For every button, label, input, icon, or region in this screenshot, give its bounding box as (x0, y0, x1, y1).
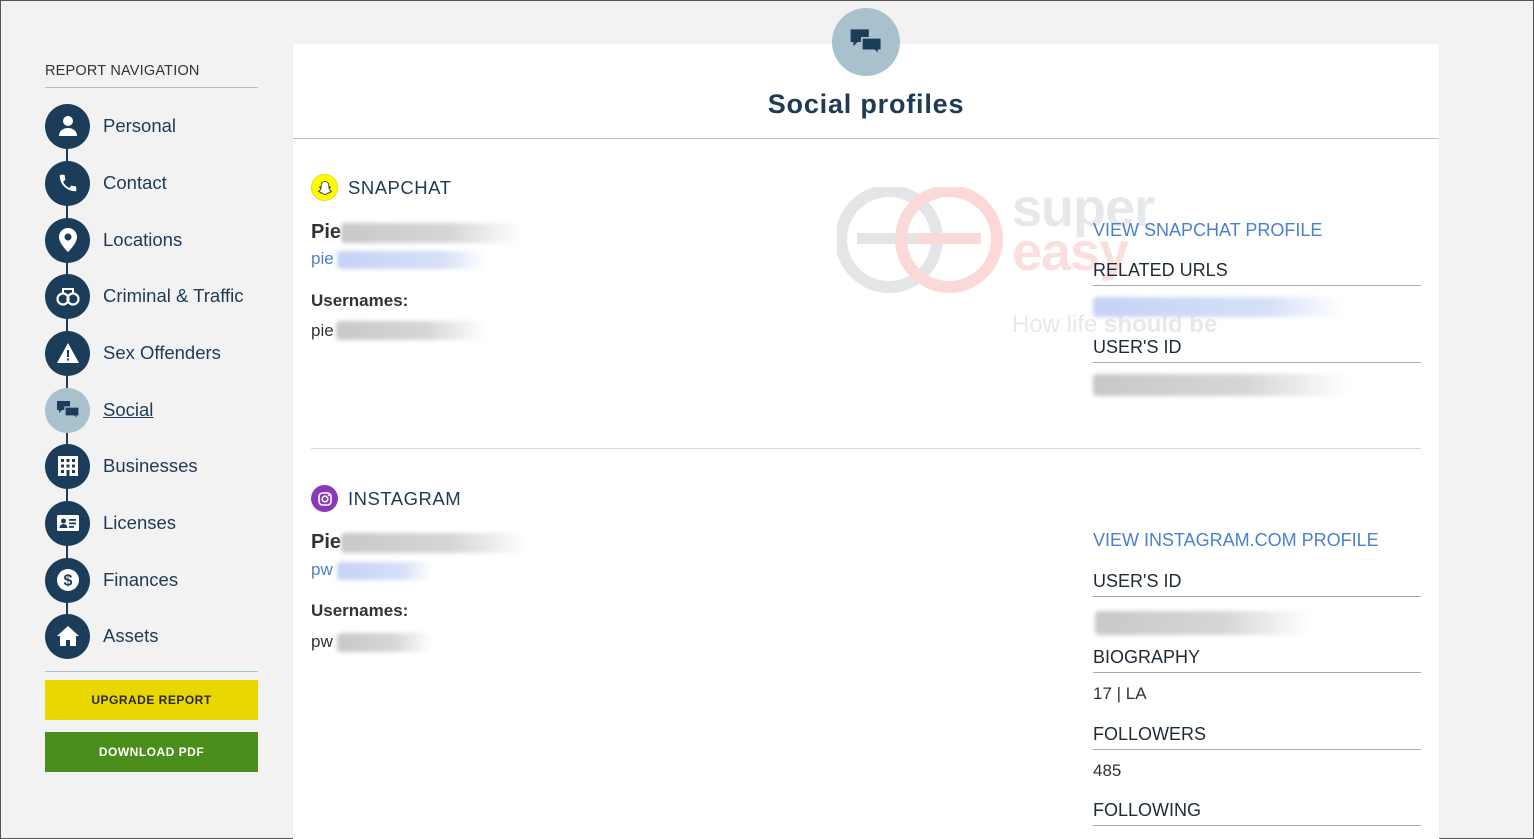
usernames-label: Usernames: (311, 291, 409, 310)
following-label: FOLLOWING (1093, 800, 1421, 826)
sidebar-item-criminal-traffic[interactable]: Criminal & Traffic (45, 273, 258, 319)
followers-label: FOLLOWERS (1093, 724, 1421, 750)
building-icon (45, 443, 90, 489)
username-value: pie (311, 321, 334, 340)
sidebar-item-label: Sex Offenders (103, 342, 221, 363)
id-card-icon (45, 500, 90, 546)
redacted-link (337, 251, 487, 269)
sidebar-item-sex-offenders[interactable]: Sex Offenders (45, 330, 258, 376)
person-icon (45, 103, 90, 149)
profile-name: Pie (311, 221, 342, 243)
upgrade-report-button[interactable]: UPGRADE REPORT (45, 680, 258, 720)
sidebar-item-locations[interactable]: Locations (45, 217, 258, 263)
usernames-label: Usernames: (311, 601, 409, 620)
platform-name: SNAPCHAT (348, 176, 452, 198)
followers-value: 485 (1093, 761, 1122, 780)
profile-name: Pie (311, 531, 342, 553)
sidebar-item-licenses[interactable]: Licenses (45, 500, 258, 546)
profile-link[interactable]: pie (311, 249, 334, 269)
sidebar-item-label: Licenses (103, 512, 177, 533)
sidebar-item-label: Personal (103, 115, 177, 136)
platform-name: INSTAGRAM (348, 487, 462, 509)
related-urls-label: RELATED URLS (1093, 260, 1421, 286)
redacted-related-url (1093, 297, 1343, 317)
dollar-icon: $ (45, 557, 90, 603)
redacted-user-id (1093, 374, 1349, 396)
profile-link[interactable]: pw (311, 560, 333, 580)
instagram-icon (311, 485, 338, 512)
download-pdf-button[interactable]: DOWNLOAD PDF (45, 732, 258, 772)
redacted-name (341, 223, 521, 243)
section-divider (311, 448, 1421, 449)
sidebar-item-social[interactable]: Social (45, 387, 258, 433)
nav-heading: REPORT NAVIGATION (45, 63, 258, 88)
sidebar-item-label: Finances (103, 569, 179, 590)
house-icon (45, 613, 90, 659)
instagram-header: INSTAGRAM (311, 485, 461, 512)
title-divider (293, 138, 1439, 139)
redacted-username (337, 633, 432, 652)
view-instagram-profile-link[interactable]: VIEW INSTAGRAM.COM PROFILE (1093, 530, 1379, 551)
sidebar-item-label: Social (103, 399, 154, 420)
redacted-username (336, 321, 486, 340)
snapchat-header: SNAPCHAT (311, 174, 451, 201)
biography-value: 17 | LA (1093, 684, 1147, 703)
sidebar-item-label: Assets (103, 625, 159, 646)
snapchat-icon (311, 174, 338, 201)
phone-icon (45, 160, 90, 206)
view-snapchat-profile-link[interactable]: VIEW SNAPCHAT PROFILE (1093, 220, 1322, 241)
redacted-link (337, 562, 432, 580)
sidebar-item-personal[interactable]: Personal (45, 103, 258, 149)
sidebar-item-label: Locations (103, 229, 183, 250)
warning-icon (45, 330, 90, 376)
sidebar-item-assets[interactable]: Assets (45, 613, 258, 659)
sidebar-item-businesses[interactable]: Businesses (45, 443, 258, 489)
handcuffs-icon (45, 273, 90, 319)
map-pin-icon (45, 217, 90, 263)
sidebar-item-finances[interactable]: $ Finances (45, 557, 258, 603)
redacted-name (341, 533, 526, 553)
biography-label: BIOGRAPHY (1093, 647, 1421, 673)
redacted-user-id (1095, 611, 1310, 635)
svg-text:$: $ (63, 573, 72, 590)
nav-divider (45, 671, 258, 672)
sidebar-item-label: Contact (103, 172, 167, 193)
sidebar-item-label: Businesses (103, 455, 198, 476)
username-value: pw (311, 632, 333, 651)
users-id-label: USER'S ID (1093, 571, 1421, 597)
social-profiles-card (293, 44, 1439, 839)
page-title: Social profiles (767, 89, 965, 119)
users-id-label: USER'S ID (1093, 337, 1421, 363)
chat-bubbles-icon (832, 8, 900, 76)
chat-bubbles-icon (45, 387, 90, 433)
sidebar-item-label: Criminal & Traffic (103, 285, 244, 306)
sidebar-item-contact[interactable]: Contact (45, 160, 258, 206)
